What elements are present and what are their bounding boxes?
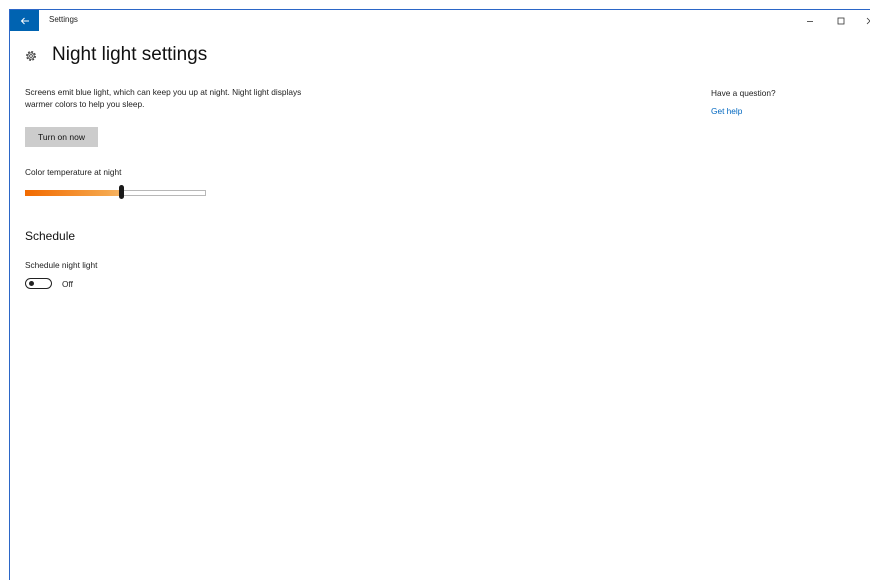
description-text: Screens emit blue light, which can keep …	[25, 87, 302, 109]
toggle-state-text: Off	[62, 279, 73, 289]
help-heading: Have a question?	[711, 88, 776, 98]
maximize-icon	[837, 17, 845, 24]
maximize-button[interactable]	[827, 10, 855, 31]
title-bar: Settings	[10, 10, 870, 31]
close-icon	[866, 17, 870, 24]
back-button[interactable]	[10, 10, 39, 31]
schedule-heading: Schedule	[25, 229, 76, 243]
schedule-night-light-label: Schedule night light	[25, 260, 98, 270]
color-temperature-slider[interactable]	[25, 185, 206, 199]
close-button[interactable]	[856, 10, 870, 31]
toggle-knob	[29, 281, 34, 286]
page-title: Night light settings	[52, 44, 208, 65]
minimize-button[interactable]	[796, 10, 824, 31]
settings-window: Settings Night light settings Screens em…	[9, 9, 870, 580]
back-arrow-icon	[20, 17, 29, 24]
schedule-night-light-toggle[interactable]	[25, 278, 52, 289]
gear-icon	[26, 51, 36, 61]
get-help-link[interactable]: Get help	[711, 106, 742, 116]
color-temperature-label: Color temperature at night	[25, 167, 122, 177]
slider-thumb[interactable]	[119, 185, 124, 199]
turn-on-now-button[interactable]: Turn on now	[25, 127, 98, 147]
app-title: Settings	[49, 15, 78, 24]
minimize-icon	[807, 20, 813, 22]
